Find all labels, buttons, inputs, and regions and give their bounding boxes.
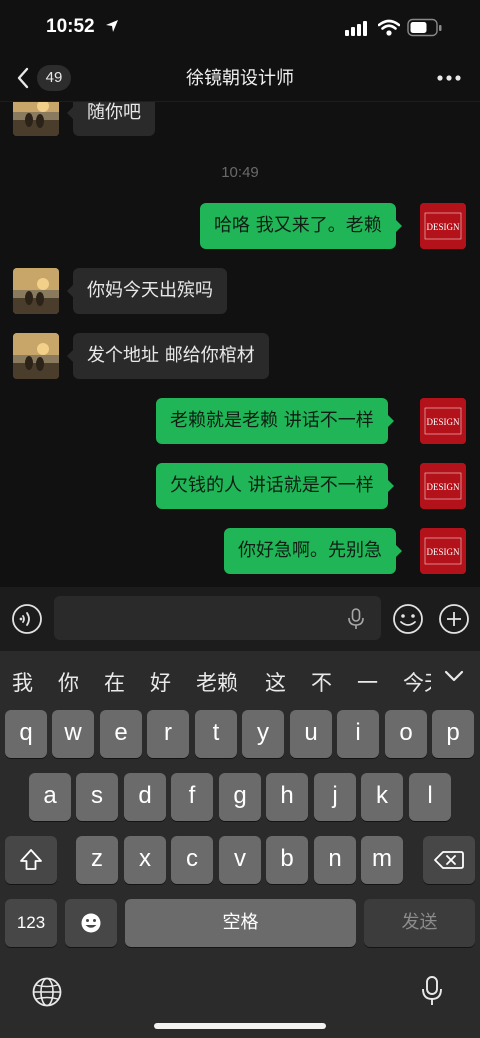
- voice-input-icon[interactable]: [11, 603, 43, 635]
- signal-icon: [345, 20, 369, 36]
- key-v[interactable]: v: [219, 836, 261, 884]
- my-avatar[interactable]: DESIGN: [420, 398, 466, 444]
- key-h[interactable]: h: [266, 773, 308, 821]
- my-avatar[interactable]: DESIGN: [420, 463, 466, 509]
- candidate-word[interactable]: 一: [357, 667, 378, 697]
- candidate-word[interactable]: 老赖: [196, 667, 238, 697]
- send-key[interactable]: 发送: [364, 899, 475, 947]
- contact-avatar[interactable]: [13, 268, 59, 314]
- expand-candidates-button[interactable]: [434, 662, 480, 694]
- message-bubble-sent[interactable]: 哈咯 我又来了。老赖: [200, 203, 402, 249]
- my-avatar[interactable]: DESIGN: [420, 203, 466, 249]
- add-more-icon[interactable]: [438, 603, 470, 635]
- wifi-icon: [378, 19, 400, 36]
- candidate-word[interactable]: 你: [58, 667, 79, 697]
- key-e[interactable]: e: [100, 710, 142, 758]
- svg-text:DESIGN: DESIGN: [427, 482, 460, 492]
- message-bubble-received[interactable]: 你妈今天出殡吗: [67, 268, 227, 314]
- home-indicator: [154, 1023, 326, 1029]
- battery-icon: [407, 18, 443, 38]
- svg-text:DESIGN: DESIGN: [427, 222, 460, 232]
- svg-text:DESIGN: DESIGN: [427, 417, 460, 427]
- numbers-key[interactable]: 123: [5, 899, 57, 947]
- space-key[interactable]: 空格: [125, 899, 356, 947]
- key-q[interactable]: q: [5, 710, 47, 758]
- message-bubble-sent[interactable]: 老赖就是老赖 讲话不一样: [156, 398, 394, 444]
- key-x[interactable]: x: [124, 836, 166, 884]
- key-l[interactable]: l: [409, 773, 451, 821]
- key-b[interactable]: b: [266, 836, 308, 884]
- backspace-key[interactable]: [423, 836, 475, 884]
- location-arrow-icon: [105, 19, 119, 33]
- dictation-mic-icon[interactable]: [347, 608, 365, 630]
- key-u[interactable]: u: [290, 710, 332, 758]
- candidate-word[interactable]: 我: [12, 667, 33, 697]
- key-p[interactable]: p: [432, 710, 474, 758]
- emoji-key[interactable]: [65, 899, 117, 947]
- candidate-word[interactable]: 好: [150, 667, 171, 697]
- chat-title: 徐镜朝设计师: [186, 68, 294, 89]
- key-i[interactable]: i: [337, 710, 379, 758]
- globe-icon[interactable]: [31, 976, 63, 1008]
- candidate-word[interactable]: 在: [104, 667, 125, 697]
- key-n[interactable]: n: [314, 836, 356, 884]
- my-avatar[interactable]: DESIGN: [420, 528, 466, 574]
- candidate-word[interactable]: 不: [311, 667, 332, 697]
- contact-avatar[interactable]: [13, 333, 59, 379]
- shift-key[interactable]: [5, 836, 57, 884]
- message-input[interactable]: [54, 596, 381, 640]
- key-a[interactable]: a: [29, 773, 71, 821]
- unread-count-badge[interactable]: 49: [37, 65, 71, 91]
- key-m[interactable]: m: [361, 836, 403, 884]
- contact-avatar[interactable]: [13, 102, 59, 136]
- key-c[interactable]: c: [171, 836, 213, 884]
- message-bubble-sent[interactable]: 你好急啊。先别急: [224, 528, 402, 574]
- message-timestamp: 10:49: [221, 164, 259, 181]
- emoji-icon[interactable]: [392, 603, 424, 635]
- candidate-word[interactable]: 今天: [403, 667, 431, 697]
- key-d[interactable]: d: [124, 773, 166, 821]
- more-options-icon[interactable]: [434, 66, 464, 90]
- candidate-word[interactable]: 这: [265, 667, 286, 697]
- chat-area[interactable]: 随你吧 10:49 哈咯 我又来了。老赖 DESIGN 你妈今天出殡吗 发个地址…: [0, 102, 480, 587]
- key-f[interactable]: f: [171, 773, 213, 821]
- key-y[interactable]: y: [242, 710, 284, 758]
- message-bubble-received[interactable]: 发个地址 邮给你棺材: [67, 333, 269, 379]
- status-time: 10:52: [46, 16, 95, 37]
- key-w[interactable]: w: [52, 710, 94, 758]
- back-chevron-icon[interactable]: [16, 66, 30, 90]
- message-bubble-sent[interactable]: 欠钱的人 讲话就是不一样: [156, 463, 394, 509]
- svg-text:DESIGN: DESIGN: [427, 547, 460, 557]
- key-g[interactable]: g: [219, 773, 261, 821]
- message-bubble-received[interactable]: 随你吧: [67, 102, 155, 136]
- key-s[interactable]: s: [76, 773, 118, 821]
- key-r[interactable]: r: [147, 710, 189, 758]
- keyboard-mic-icon[interactable]: [421, 975, 443, 1007]
- key-z[interactable]: z: [76, 836, 118, 884]
- key-j[interactable]: j: [314, 773, 356, 821]
- key-t[interactable]: t: [195, 710, 237, 758]
- key-k[interactable]: k: [361, 773, 403, 821]
- key-o[interactable]: o: [385, 710, 427, 758]
